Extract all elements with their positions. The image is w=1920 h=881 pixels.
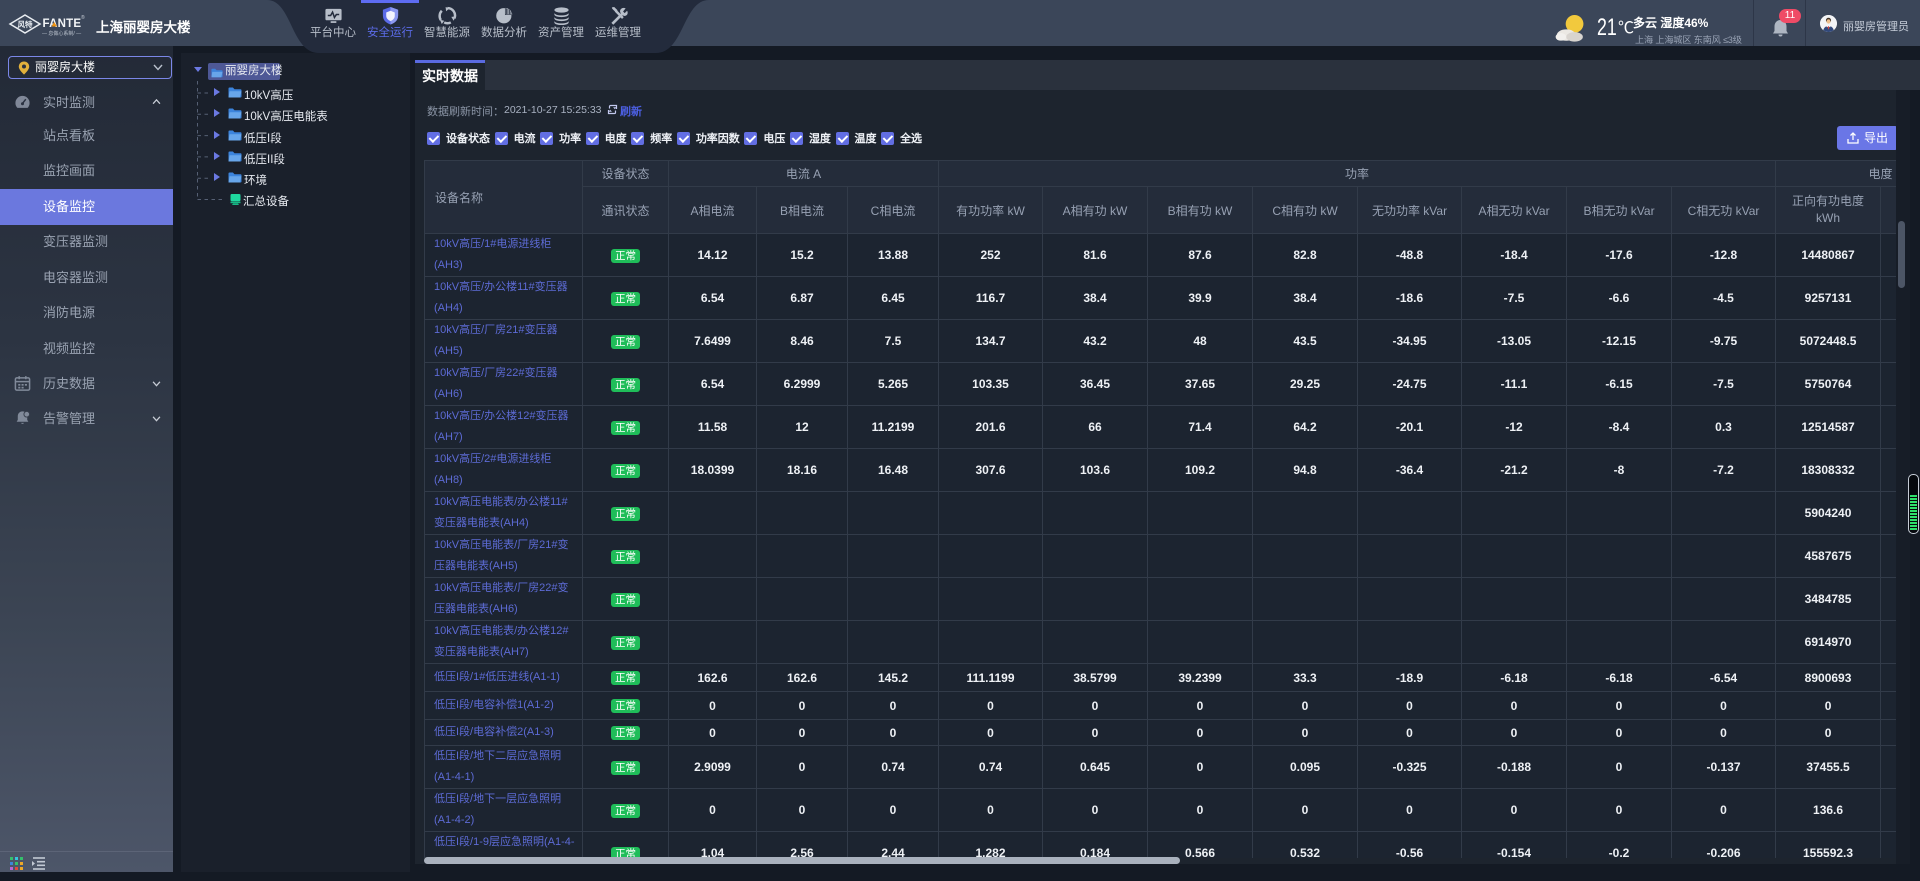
svg-text:FANTE: FANTE [43,18,82,30]
svg-text:— 息做心系制/ —: — 息做心系制/ — [42,30,81,37]
svg-text:®: ® [81,14,85,21]
svg-text:风特: 风特 [18,19,33,29]
